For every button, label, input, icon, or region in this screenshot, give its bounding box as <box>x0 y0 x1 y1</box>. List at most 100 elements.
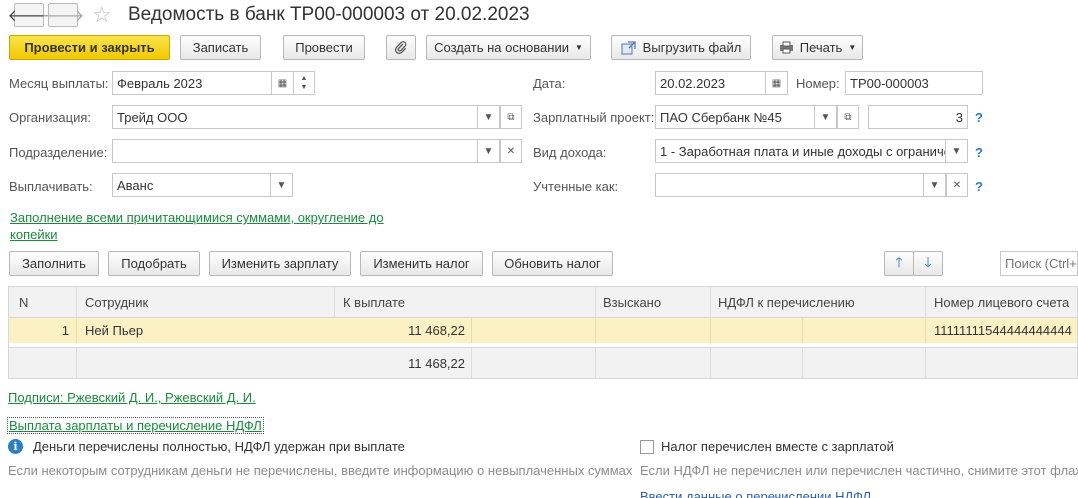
tax-paid-checkbox-label[interactable]: Налог перечислен вместе с зарплатой <box>661 439 894 454</box>
number-input[interactable]: ТР00-000003 <box>845 71 983 95</box>
window-title: Ведомость в банк ТР00-000003 от 20.02.20… <box>128 4 530 25</box>
column-header-to-pay[interactable]: К выплате <box>343 295 405 310</box>
counted-as-input[interactable] <box>655 173 924 197</box>
pay-dropdown[interactable]: ▼ <box>271 173 293 197</box>
search-input[interactable] <box>1000 251 1078 276</box>
table-header <box>9 287 1077 318</box>
export-icon <box>621 40 636 54</box>
division-input[interactable] <box>112 139 478 163</box>
pick-button[interactable]: Подобрать <box>108 251 200 276</box>
post-and-close-button[interactable]: Провести и закрыть <box>9 35 170 60</box>
post-button[interactable]: Провести <box>283 35 365 60</box>
forward-button[interactable]: 🡒 <box>42 3 84 27</box>
enter-ndfl-transfer-link[interactable]: Ввести данные о перечислении НДФЛ <box>640 489 871 498</box>
move-up-button[interactable]: 🡑 <box>884 251 914 276</box>
fill-settings-link[interactable]: Заполнение всеми причитающимися суммами,… <box>10 209 384 243</box>
pay-input[interactable]: Аванс <box>112 173 271 197</box>
column-header-employee[interactable]: Сотрудник <box>85 295 148 310</box>
employees-table: N Сотрудник К выплате Взыскано НДФЛ к пе… <box>8 286 1078 379</box>
arrow-up-icon: 🡑 <box>895 253 903 270</box>
income-type-input[interactable]: 1 - Заработная плата и иные доходы с огр… <box>655 139 946 163</box>
update-tax-button[interactable]: Обновить налог <box>492 251 613 276</box>
division-label: Подразделение: <box>9 145 108 160</box>
column-header-account[interactable]: Номер лицевого счета <box>934 295 1069 310</box>
row-employee: Ней Пьер <box>85 323 144 338</box>
help-icon[interactable]: ? <box>975 145 983 160</box>
date-calendar-button[interactable]: ▦ <box>766 71 788 95</box>
dropdown-arrow-icon: ▼ <box>951 145 962 157</box>
fill-settings-link-line1: Заполнение всеми причитающимися суммами,… <box>10 210 384 225</box>
organization-dropdown[interactable]: ▼ <box>478 105 500 129</box>
move-down-button[interactable]: 🡓 <box>913 251 943 276</box>
salary-project-label: Зарплатный проект: <box>533 110 655 125</box>
calendar-icon: ▦ <box>771 77 782 89</box>
change-tax-button[interactable]: Изменить налог <box>360 251 483 276</box>
dropdown-arrow-icon: ▼ <box>848 43 857 52</box>
export-file-button[interactable]: Выгрузить файл <box>611 35 751 60</box>
printer-icon <box>779 41 793 54</box>
income-type-label: Вид дохода: <box>533 145 607 160</box>
calendar-button[interactable]: ▦ <box>272 71 294 95</box>
spin-up-icon[interactable]: ▲ <box>301 74 308 83</box>
create-based-on-button[interactable]: Создать на основании ▼ <box>426 35 591 60</box>
date-label: Дата: <box>533 76 566 91</box>
print-button[interactable]: Печать ▼ <box>772 35 863 60</box>
dropdown-arrow-icon: ▼ <box>483 111 494 123</box>
table-totals-row: 11 468,22 <box>9 347 1077 378</box>
back-button[interactable]: 🡐 <box>8 3 50 27</box>
arrow-right-icon: 🡒 <box>41 7 85 25</box>
dropdown-arrow-icon: ▼ <box>929 179 940 191</box>
counted-as-dropdown[interactable]: ▼ <box>924 173 946 197</box>
number-label: Номер: <box>796 76 840 91</box>
export-file-label: Выгрузить файл <box>642 40 742 55</box>
calendar-icon: ▦ <box>277 77 288 89</box>
column-header-withheld[interactable]: Взыскано <box>603 295 661 310</box>
row-to-pay: 11 468,22 <box>408 323 465 338</box>
salary-project-input[interactable]: ПАО Сбербанк №45 <box>655 105 815 129</box>
organization-open-button[interactable]: ⧉ <box>500 105 522 129</box>
salary-project-open-button[interactable]: ⧉ <box>837 105 859 129</box>
row-number: 1 <box>61 323 69 338</box>
help-icon[interactable]: ? <box>975 110 983 125</box>
pay-label: Выплачивать: <box>9 179 93 194</box>
attach-button[interactable] <box>386 35 416 60</box>
income-type-dropdown[interactable]: ▼ <box>946 139 968 163</box>
organization-input[interactable]: Трейд ООО <box>112 105 478 129</box>
hint-unpaid: Если некоторым сотрудникам деньги не пер… <box>8 463 633 478</box>
month-spinner[interactable]: ▲ ▼ <box>294 71 315 95</box>
organization-label: Организация: <box>9 110 92 125</box>
row-account: 11111111544444444444 <box>934 323 1072 338</box>
paperclip-icon <box>394 40 407 54</box>
salary-project-number-input[interactable]: 3 <box>868 105 968 129</box>
counted-as-clear-button[interactable]: ✕ <box>946 173 968 197</box>
signatures-link[interactable]: Подписи: Ржевский Д. И., Ржевский Д. И. <box>8 390 256 405</box>
dropdown-arrow-icon: ▼ <box>820 111 831 123</box>
column-header-n[interactable]: N <box>19 295 28 310</box>
column-header-ndfl[interactable]: НДФЛ к перечислению <box>718 295 855 310</box>
clear-icon: ✕ <box>506 145 516 157</box>
dropdown-arrow-icon: ▼ <box>483 145 494 157</box>
change-salary-button[interactable]: Изменить зарплату <box>209 251 351 276</box>
fill-button[interactable]: Заполнить <box>9 251 99 276</box>
help-icon[interactable]: ? <box>975 179 983 194</box>
hint-ndfl: Если НДФЛ не перечислен или перечислен ч… <box>640 463 1078 478</box>
salary-project-dropdown[interactable]: ▼ <box>815 105 837 129</box>
open-icon: ⧉ <box>507 111 515 123</box>
info-icon: i <box>8 439 23 454</box>
pay-month-input[interactable]: Февраль 2023 <box>112 71 272 95</box>
save-button[interactable]: Записать <box>180 35 261 60</box>
create-based-on-label: Создать на основании <box>434 40 569 55</box>
tax-paid-checkbox[interactable] <box>640 440 654 454</box>
open-icon: ⧉ <box>844 111 852 123</box>
total-to-pay: 11 468,22 <box>408 356 465 371</box>
division-clear-button[interactable]: ✕ <box>500 139 522 163</box>
favorite-star-icon[interactable]: ☆ <box>92 2 112 28</box>
arrow-down-icon: 🡓 <box>924 253 932 270</box>
dropdown-arrow-icon: ▼ <box>276 179 287 191</box>
table-row[interactable]: 1 Ней Пьер 11 468,22 1111111154444444444… <box>9 318 1077 343</box>
division-dropdown[interactable]: ▼ <box>478 139 500 163</box>
spin-down-icon[interactable]: ▼ <box>301 83 308 92</box>
payout-ndfl-link[interactable]: Выплата зарплаты и перечисление НДФЛ <box>7 417 264 434</box>
counted-as-label: Учтенные как: <box>533 179 619 194</box>
date-input[interactable]: 20.02.2023 <box>655 71 766 95</box>
